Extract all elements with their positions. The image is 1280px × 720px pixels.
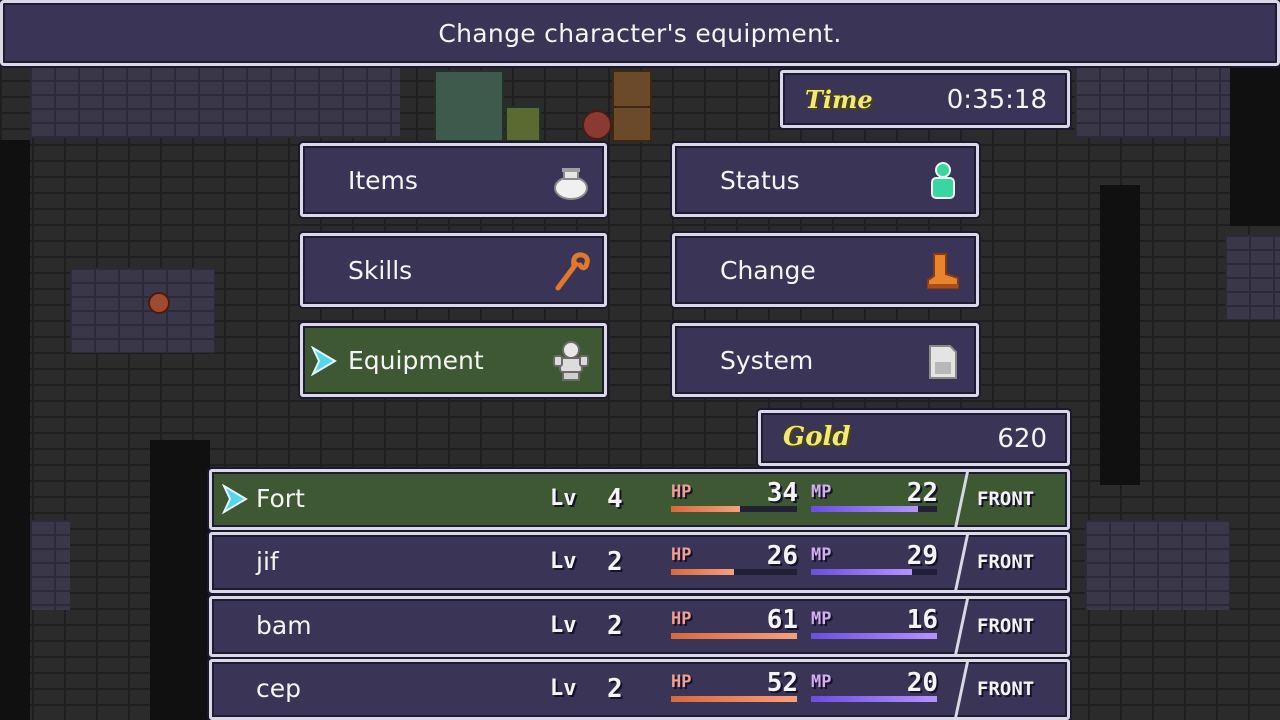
hp-gauge	[671, 569, 797, 575]
boots-icon	[927, 253, 959, 289]
hp-label: HP	[671, 672, 692, 692]
command-label: Equipment	[348, 346, 484, 375]
party-member-row[interactable]: bam Lv 2 HP 61 MP 16 FRONT	[209, 596, 1070, 657]
staff-icon	[555, 252, 590, 291]
gold-window: Gold 620	[758, 410, 1070, 466]
mp-value: 29	[906, 541, 938, 571]
gold-label: Gold	[783, 422, 851, 452]
crate	[612, 70, 652, 110]
mp-gauge	[811, 569, 937, 575]
time-label: Time	[805, 85, 873, 114]
hp-value: 34	[766, 478, 798, 508]
command-label: Items	[348, 166, 418, 195]
row-divider	[954, 599, 969, 655]
row-divider	[954, 662, 969, 718]
mp-label: MP	[811, 672, 832, 692]
hp-gauge	[671, 633, 797, 639]
command-skills[interactable]: Skills	[300, 233, 607, 307]
command-items[interactable]: Items	[300, 143, 607, 217]
map-wall	[1225, 235, 1280, 320]
bag-icon	[554, 168, 588, 200]
hp-value: 26	[766, 541, 798, 571]
hp-gauge-fill	[671, 569, 734, 575]
map-wall	[30, 66, 400, 138]
time-value: 0:35:18	[946, 85, 1047, 115]
lv-label: Lv	[550, 613, 577, 638]
map-pit	[1100, 185, 1140, 485]
hp-label: HP	[671, 609, 692, 629]
help-text: Change character's equipment.	[438, 19, 842, 48]
hp-value: 61	[766, 605, 798, 635]
mp-value: 20	[906, 668, 938, 698]
lv-value: 2	[607, 674, 623, 704]
member-name: Fort	[256, 484, 305, 513]
mp-label: MP	[811, 545, 832, 565]
lv-label: Lv	[550, 549, 577, 574]
command-label: Change	[720, 256, 816, 285]
hp-label: HP	[671, 545, 692, 565]
lv-label: Lv	[550, 676, 577, 701]
map-pit	[0, 140, 30, 720]
member-name: cep	[256, 674, 301, 703]
map-wall	[70, 268, 215, 353]
map-pit	[1230, 66, 1280, 226]
command-label: Skills	[348, 256, 413, 285]
lv-value: 2	[607, 547, 623, 577]
hp-gauge	[671, 696, 797, 702]
command-status[interactable]: Status	[672, 143, 979, 217]
mp-gauge-fill	[811, 633, 937, 639]
party-member-row[interactable]: Fort Lv 4 HP 34 MP 22 FRONT	[209, 469, 1070, 530]
lv-value: 4	[607, 484, 623, 514]
party-member-row[interactable]: jif Lv 2 HP 26 MP 29 FRONT	[209, 532, 1070, 593]
mp-gauge	[811, 506, 937, 512]
help-window: Change character's equipment.	[0, 0, 1280, 66]
bookshelf	[434, 70, 504, 142]
mp-gauge	[811, 633, 937, 639]
map-wall	[30, 520, 70, 610]
save-card-icon	[929, 345, 957, 379]
hp-gauge	[671, 506, 797, 512]
cursor-icon	[221, 484, 248, 514]
formation-row: FRONT	[977, 551, 1035, 573]
command-system[interactable]: System	[672, 323, 979, 397]
formation-row: FRONT	[977, 615, 1035, 637]
armor-icon	[553, 341, 589, 381]
hp-gauge-fill	[671, 696, 797, 702]
person-icon	[931, 162, 955, 199]
chest	[505, 106, 541, 142]
command-change[interactable]: Change	[672, 233, 979, 307]
lv-value: 2	[607, 611, 623, 641]
mp-value: 16	[906, 605, 938, 635]
mp-label: MP	[811, 609, 832, 629]
npc-sprite	[148, 292, 170, 314]
time-window: Time 0:35:18	[780, 70, 1070, 128]
formation-row: FRONT	[977, 488, 1035, 510]
formation-row: FRONT	[977, 678, 1035, 700]
crate	[612, 106, 652, 142]
party-member-row[interactable]: cep Lv 2 HP 52 MP 20 FRONT	[209, 659, 1070, 720]
mp-gauge-fill	[811, 569, 912, 575]
row-divider	[954, 535, 969, 591]
mp-value: 22	[906, 478, 938, 508]
mp-gauge-fill	[811, 506, 919, 512]
member-name: bam	[256, 611, 312, 640]
member-name: jif	[256, 547, 279, 576]
command-label: Status	[720, 166, 800, 195]
map-wall	[1085, 520, 1230, 610]
lv-label: Lv	[550, 486, 577, 511]
command-label: System	[720, 346, 814, 375]
command-equipment[interactable]: Equipment	[300, 323, 607, 397]
gold-value: 620	[997, 424, 1047, 454]
mp-label: MP	[811, 482, 832, 502]
mp-gauge-fill	[811, 696, 937, 702]
map-pit	[150, 440, 210, 720]
cursor-icon	[310, 346, 337, 376]
hp-value: 52	[766, 668, 798, 698]
mp-gauge	[811, 696, 937, 702]
row-divider	[954, 472, 969, 528]
hp-gauge-fill	[671, 633, 797, 639]
npc-sprite	[582, 110, 612, 140]
hp-gauge-fill	[671, 506, 741, 512]
hp-label: HP	[671, 482, 692, 502]
